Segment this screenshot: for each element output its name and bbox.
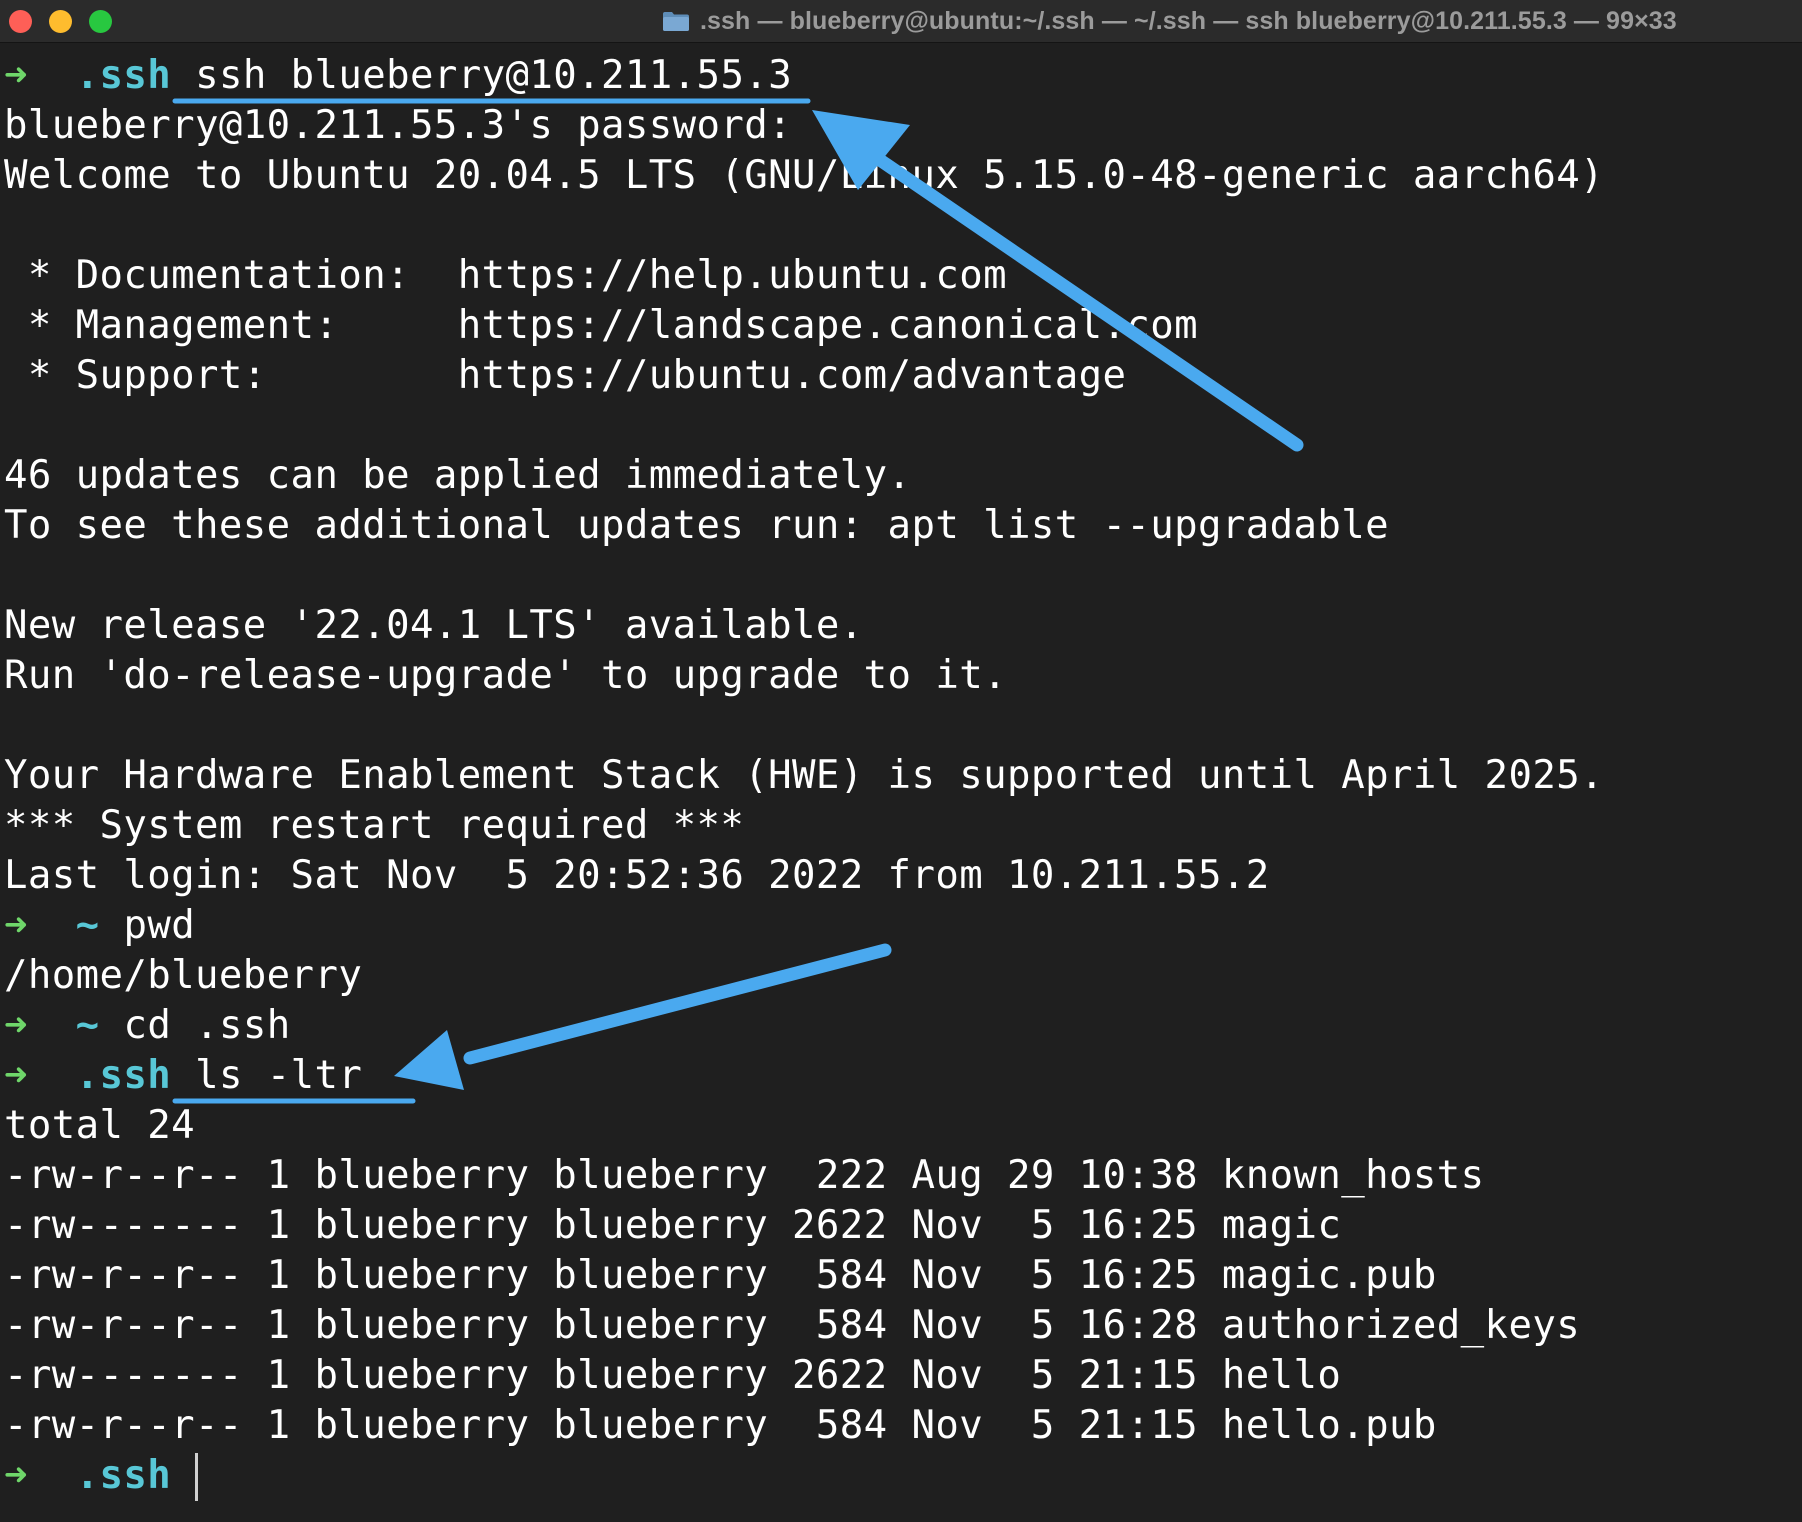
output-line: * Support: https://ubuntu.com/advantage [4, 353, 1127, 398]
prompt-line-ssh: ➜ .ssh ssh blueberry@10.211.55.3 [4, 51, 792, 101]
command-text: pwd [123, 903, 196, 948]
prompt-arrow-icon: ➜ [4, 1003, 28, 1048]
window-title-group: .ssh — blueberry@ubuntu:~/.ssh — ~/.ssh … [662, 7, 1677, 35]
output-line: /home/blueberry [4, 953, 363, 998]
command-text: cd .ssh [123, 1003, 291, 1048]
prompt-directory: .ssh [75, 53, 172, 98]
output-line: New release '22.04.1 LTS' available. [4, 603, 864, 648]
prompt-arrow-icon: ➜ [4, 903, 28, 948]
minimize-window-button[interactable] [49, 10, 72, 33]
file-list-row: -rw------- 1 blueberry blueberry 2622 No… [4, 1353, 1342, 1398]
zoom-window-button[interactable] [89, 10, 112, 33]
output-line: To see these additional updates run: apt… [4, 503, 1390, 548]
prompt-line-ls: ➜ .ssh ls -ltr [4, 1051, 362, 1101]
prompt-arrow-icon: ➜ [4, 53, 28, 98]
prompt-directory: ~ [75, 903, 100, 948]
output-line: *** System restart required *** [4, 803, 745, 848]
command-text: ssh blueberry@10.211.55.3 [195, 53, 793, 98]
command-text: ls -ltr [195, 1053, 363, 1098]
close-window-button[interactable] [9, 10, 32, 33]
output-line: Your Hardware Enablement Stack (HWE) is … [4, 753, 1604, 798]
output-line: * Management: https://landscape.canonica… [4, 303, 1198, 348]
prompt-line-pwd: ➜ ~ pwd [4, 901, 195, 951]
prompt-line-cd: ➜ ~ cd .ssh [4, 1001, 291, 1051]
output-line: total 24 [4, 1103, 196, 1148]
terminal-window: .ssh — blueberry@ubuntu:~/.ssh — ~/.ssh … [0, 0, 1802, 1522]
file-list-row: -rw-r--r-- 1 blueberry blueberry 584 Nov… [4, 1403, 1437, 1448]
window-title: .ssh — blueberry@ubuntu:~/.ssh — ~/.ssh … [700, 6, 1677, 35]
prompt-directory: .ssh [75, 1453, 172, 1498]
prompt-line-current: ➜ .ssh [4, 1451, 195, 1501]
output-line: blueberry@10.211.55.3's password: [4, 103, 793, 148]
output-line: Last login: Sat Nov 5 20:52:36 2022 from… [4, 853, 1270, 898]
prompt-directory: ~ [75, 1003, 100, 1048]
output-line: Run 'do-release-upgrade' to upgrade to i… [4, 653, 1007, 698]
file-list-row: -rw-r--r-- 1 blueberry blueberry 222 Aug… [4, 1153, 1485, 1198]
prompt-arrow-icon: ➜ [4, 1453, 28, 1498]
output-line: * Documentation: https://help.ubuntu.com [4, 253, 1007, 298]
text-cursor [195, 1453, 198, 1501]
annotation-arrow [394, 943, 892, 1090]
file-list-row: -rw-r--r-- 1 blueberry blueberry 584 Nov… [4, 1253, 1437, 1298]
output-line: Welcome to Ubuntu 20.04.5 LTS (GNU/Linux… [4, 153, 1604, 198]
output-line: 46 updates can be applied immediately. [4, 453, 912, 498]
file-list-row: -rw-r--r-- 1 blueberry blueberry 584 Nov… [4, 1303, 1581, 1348]
prompt-directory: .ssh [75, 1053, 172, 1098]
prompt-arrow-icon: ➜ [4, 1053, 28, 1098]
folder-icon [662, 11, 690, 32]
title-bar: .ssh — blueberry@ubuntu:~/.ssh — ~/.ssh … [0, 0, 1802, 43]
file-list-row: -rw------- 1 blueberry blueberry 2622 No… [4, 1203, 1342, 1248]
